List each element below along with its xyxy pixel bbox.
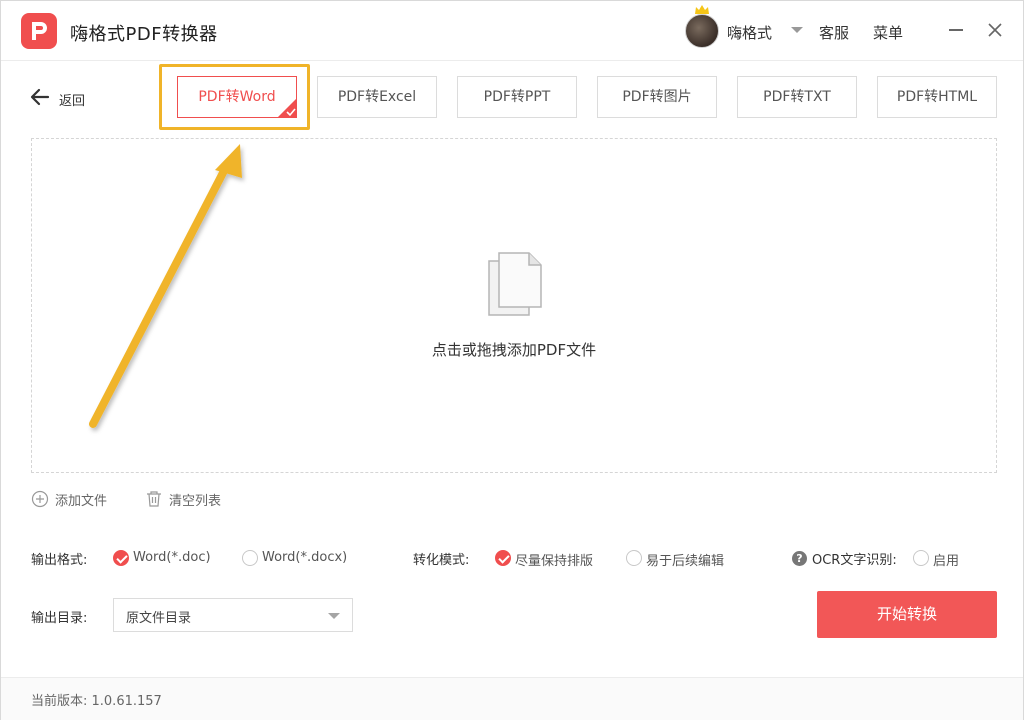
format-docx-label[interactable]: Word(*.docx)	[262, 550, 347, 565]
format-doc-label[interactable]: Word(*.doc)	[133, 550, 211, 565]
app-logo-icon	[21, 13, 57, 49]
trash-icon	[147, 491, 161, 507]
output-dir-select[interactable]: 原文件目录	[113, 598, 353, 632]
drop-zone-text: 点击或拖拽添加PDF文件	[431, 341, 597, 359]
chevron-down-icon	[328, 613, 340, 619]
tab-label: PDF转PPT	[483, 89, 551, 105]
clear-list-label: 清空列表	[169, 494, 222, 509]
status-bar: 当前版本: 1.0.61.157	[1, 677, 1023, 720]
file-drop-zone[interactable]: 点击或拖拽添加PDF文件	[31, 138, 997, 473]
version-text: 当前版本: 1.0.61.157	[31, 694, 162, 709]
mode-keep-layout-label[interactable]: 尽量保持排版	[515, 550, 593, 569]
tab-pdf-to-html[interactable]: PDF转HTML	[877, 76, 997, 118]
add-file-label: 添加文件	[55, 494, 108, 509]
file-icon	[488, 252, 542, 316]
start-convert-button[interactable]: 开始转换	[817, 591, 997, 638]
output-format-label: 输出格式:	[31, 553, 88, 568]
mode-easy-edit-radio[interactable]	[626, 550, 642, 566]
mode-keep-layout-radio[interactable]	[495, 550, 511, 566]
avatar[interactable]	[685, 14, 719, 48]
service-button[interactable]: 客服	[819, 22, 849, 43]
menu-button[interactable]: 菜单	[873, 22, 903, 43]
app-window: 嗨格式PDF转换器 嗨格式 客服 菜单 返回 PDF转Word PDF转Exce…	[0, 0, 1024, 720]
ocr-enable-radio[interactable]	[913, 550, 929, 566]
tab-label: PDF转TXT	[763, 89, 831, 105]
ocr-enable-label[interactable]: 启用	[933, 550, 959, 569]
arrow-left-icon	[30, 88, 50, 106]
format-docx-radio[interactable]	[242, 550, 258, 566]
close-icon[interactable]	[986, 21, 1004, 39]
tab-label: PDF转图片	[622, 89, 692, 105]
tab-pdf-to-image[interactable]: PDF转图片	[597, 76, 717, 118]
check-corner-icon	[277, 98, 297, 118]
mode-label: 转化模式:	[413, 553, 470, 568]
tab-pdf-to-word[interactable]: PDF转Word	[177, 76, 297, 118]
tab-label: PDF转HTML	[896, 89, 978, 105]
tab-pdf-to-excel[interactable]: PDF转Excel	[317, 76, 437, 118]
app-title: 嗨格式PDF转换器	[70, 24, 218, 45]
back-label: 返回	[59, 94, 86, 109]
tab-label: PDF转Word	[198, 89, 276, 105]
output-dir-value: 原文件目录	[126, 611, 192, 626]
tab-label: PDF转Excel	[337, 89, 417, 105]
clear-list-button[interactable]: 清空列表	[145, 489, 235, 509]
help-icon[interactable]: ?	[792, 551, 807, 566]
minimize-icon[interactable]	[949, 29, 963, 31]
tab-pdf-to-ppt[interactable]: PDF转PPT	[457, 76, 577, 118]
user-dropdown-icon[interactable]	[791, 27, 803, 33]
username[interactable]: 嗨格式	[727, 22, 772, 43]
tab-pdf-to-txt[interactable]: PDF转TXT	[737, 76, 857, 118]
add-circle-icon	[31, 490, 49, 508]
format-doc-radio[interactable]	[113, 550, 129, 566]
output-dir-label: 输出目录:	[31, 611, 88, 626]
ocr-label: OCR文字识别:	[812, 553, 897, 568]
mode-easy-edit-label[interactable]: 易于后续编辑	[646, 550, 724, 569]
title-bar: 嗨格式PDF转换器 嗨格式 客服 菜单	[1, 1, 1023, 61]
add-file-button[interactable]: 添加文件	[31, 489, 121, 509]
